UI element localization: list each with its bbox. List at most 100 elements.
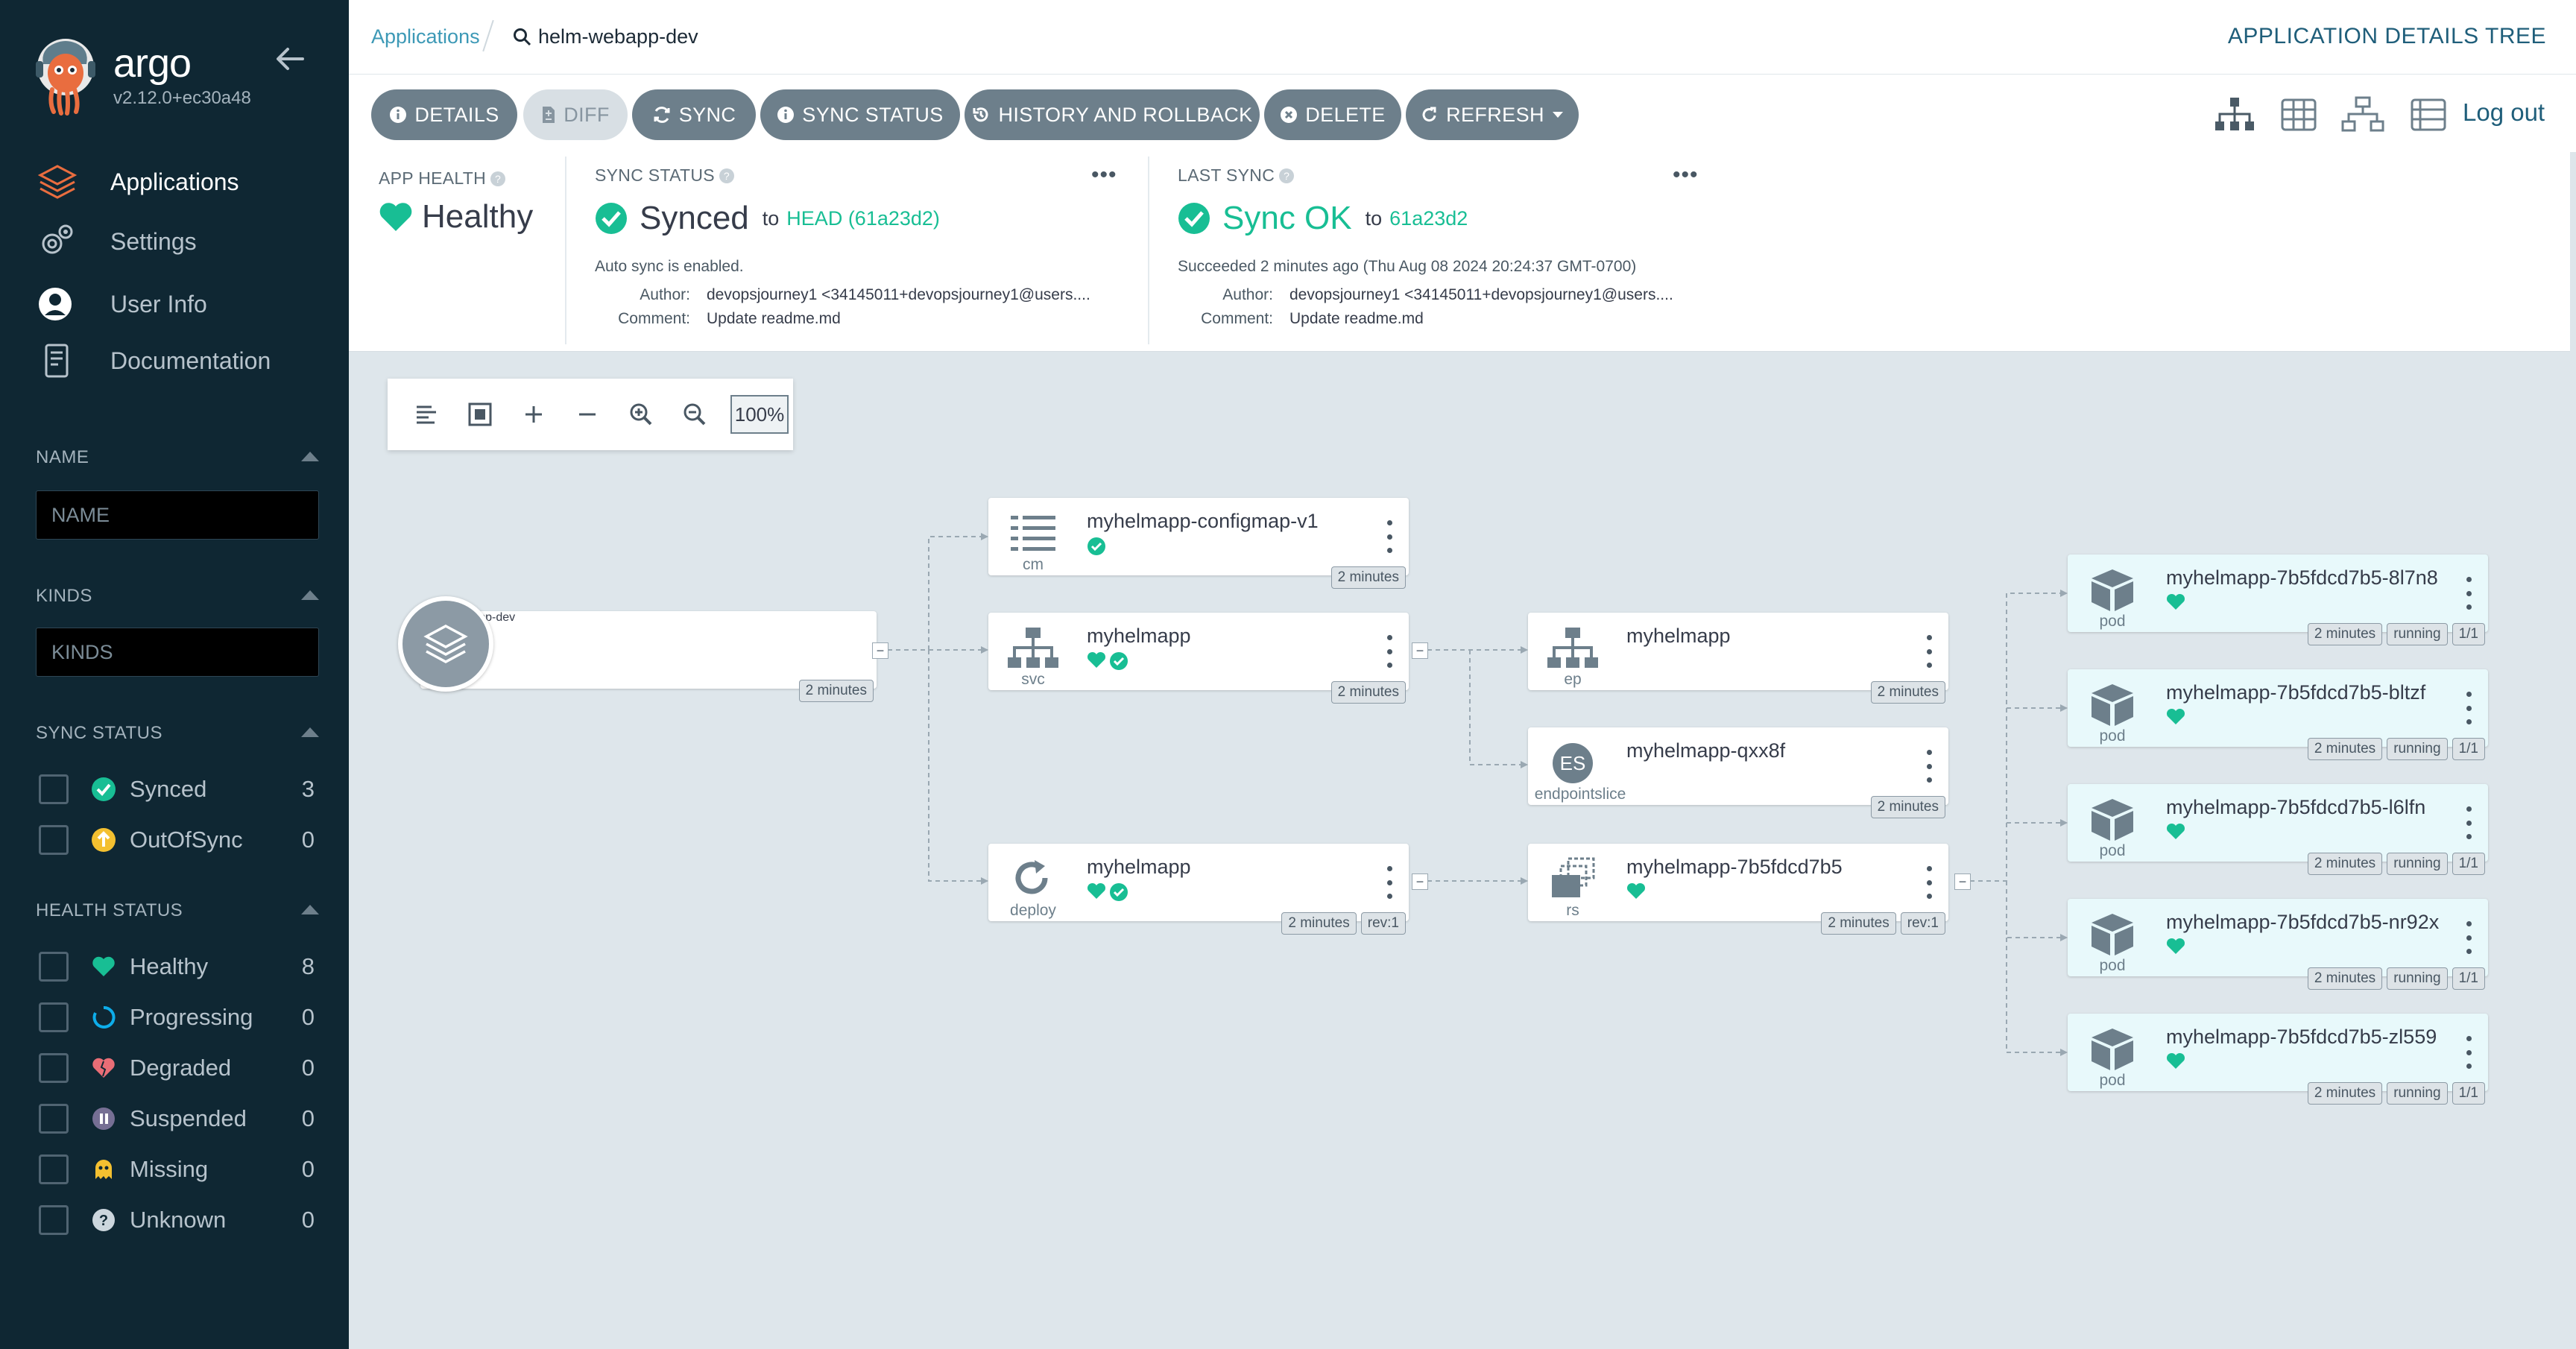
sync-status-more-icon[interactable]: ••• — [1091, 162, 1117, 188]
filter-degraded[interactable]: Degraded 0 — [39, 1049, 315, 1087]
node-menu-icon[interactable] — [1922, 750, 1936, 783]
node-menu-icon[interactable] — [1382, 520, 1397, 553]
node-service[interactable]: svc myhelmapp 2 minutes — [988, 613, 1409, 704]
breadcrumb-applications-link[interactable]: Applications — [371, 25, 480, 48]
filter-outofsync[interactable]: OutOfSync 0 — [39, 821, 315, 859]
to-text: to — [762, 206, 780, 230]
node-pod[interactable]: pod myhelmapp-7b5fdcd7b5-bltzf 2 minutes… — [2068, 669, 2488, 760]
nav-documentation[interactable]: Documentation — [37, 338, 271, 383]
button-label: SYNC — [678, 103, 736, 126]
node-kind: ep — [1564, 671, 1582, 688]
collapse-toggle[interactable]: − — [1412, 873, 1428, 890]
node-menu-icon[interactable] — [1382, 635, 1397, 668]
argo-logo[interactable] — [33, 34, 107, 116]
filter-unknown[interactable]: ? Unknown 0 — [39, 1201, 315, 1239]
checkbox[interactable] — [39, 952, 69, 982]
age-tag: 2 minutes — [1870, 796, 1945, 818]
collapse-caret-icon[interactable] — [301, 905, 319, 914]
filter-label: Suspended — [130, 1105, 247, 1131]
last-sync-more-icon[interactable]: ••• — [1673, 162, 1699, 188]
collapse-toggle[interactable]: − — [1954, 873, 1971, 890]
network-view-icon[interactable] — [2340, 92, 2385, 137]
filter-missing[interactable]: Missing 0 — [39, 1151, 315, 1188]
sync-ok-text: Sync OK — [1222, 200, 1352, 236]
check-circle-icon — [1178, 203, 1210, 234]
checkbox[interactable] — [39, 1053, 69, 1083]
nav-user-info[interactable]: User Info — [37, 282, 207, 326]
node-replicaset[interactable]: rs myhelmapp-7b5fdcd7b5 2 minutes rev:1 — [1528, 844, 1948, 935]
node-kind: endpointslice — [1534, 786, 1626, 803]
node-menu-icon[interactable] — [2461, 806, 2476, 839]
checkbox[interactable] — [39, 774, 69, 804]
checkbox[interactable] — [39, 1154, 69, 1184]
sync-button[interactable]: SYNC — [632, 89, 756, 140]
node-status — [1087, 537, 1106, 556]
filter-synced[interactable]: Synced 3 — [39, 771, 315, 808]
revision-link[interactable]: 61a23d2 — [1389, 207, 1468, 230]
node-tags: 2 minutes — [1870, 796, 1945, 818]
pods-grid-view-icon[interactable] — [2276, 92, 2321, 137]
heading-text: LAST SYNC — [1178, 165, 1275, 185]
service-sitemap-icon — [1005, 626, 1061, 671]
kv-value: Update readme.md — [707, 310, 841, 327]
breadcrumb-current[interactable]: helm-webapp-dev — [513, 25, 698, 48]
details-button[interactable]: DETAILS — [371, 89, 517, 140]
kv-value: devopsjourney1 <34145011+devopsjourney1@… — [707, 286, 1090, 303]
checkbox[interactable] — [39, 1205, 69, 1235]
node-menu-icon[interactable] — [2461, 577, 2476, 610]
resource-tree-canvas[interactable]: 100% helm-webapp-dev — [349, 352, 2570, 1343]
app-root-node[interactable]: helm-webapp-dev 2 minutes — [398, 596, 877, 702]
checkbox[interactable] — [39, 1002, 69, 1032]
nav-settings[interactable]: Settings — [37, 219, 197, 264]
node-status — [2166, 1052, 2185, 1070]
logout-link[interactable]: Log out — [2463, 98, 2545, 127]
node-menu-icon[interactable] — [1922, 635, 1936, 668]
collapse-sidebar-arrow-icon[interactable] — [273, 42, 307, 76]
refresh-button[interactable]: REFRESH — [1406, 89, 1579, 140]
filter-progressing[interactable]: Progressing 0 — [39, 999, 315, 1036]
checkbox[interactable] — [39, 1104, 69, 1134]
revision-link[interactable]: HEAD (61a23d2) — [786, 207, 940, 230]
diff-button[interactable]: DIFF — [523, 89, 628, 140]
node-menu-icon[interactable] — [1382, 866, 1397, 899]
node-menu-icon[interactable] — [2461, 921, 2476, 954]
age-tag: 2 minutes — [2307, 738, 2383, 760]
kinds-filter-input[interactable] — [36, 628, 319, 677]
collapse-toggle[interactable]: − — [1412, 642, 1428, 659]
node-endpoints[interactable]: ep myhelmapp 2 minutes — [1528, 613, 1948, 704]
nav-applications[interactable]: Applications — [37, 159, 239, 204]
help-icon[interactable]: ? — [719, 168, 734, 183]
help-icon[interactable]: ? — [1279, 168, 1295, 183]
name-filter-input[interactable] — [36, 490, 319, 540]
sync-status-filter-heading: SYNC STATUS — [36, 723, 319, 744]
node-pod[interactable]: pod myhelmapp-7b5fdcd7b5-zl559 2 minutes… — [2068, 1014, 2488, 1105]
node-menu-icon[interactable] — [2461, 1036, 2476, 1069]
history-rollback-button[interactable]: HISTORY AND ROLLBACK — [965, 89, 1260, 140]
node-menu-icon[interactable] — [2461, 692, 2476, 724]
tree-view-icon[interactable] — [2212, 92, 2257, 137]
collapse-caret-icon[interactable] — [301, 727, 319, 737]
divider — [1148, 157, 1149, 344]
filter-count: 0 — [301, 1105, 315, 1131]
node-menu-icon[interactable] — [1922, 866, 1936, 899]
sync-status-button[interactable]: SYNC STATUS — [760, 89, 960, 140]
node-kind: svc — [1021, 671, 1045, 688]
delete-button[interactable]: DELETE — [1264, 89, 1401, 140]
node-pod[interactable]: pod myhelmapp-7b5fdcd7b5-l6lfn 2 minutes… — [2068, 784, 2488, 875]
filter-suspended[interactable]: Suspended 0 — [39, 1100, 315, 1137]
filter-label: Unknown — [130, 1207, 227, 1233]
health-text: Healthy — [422, 198, 534, 235]
filter-count: 0 — [301, 1207, 315, 1233]
node-deployment[interactable]: deploy myhelmapp 2 minutes rev:1 — [988, 844, 1409, 935]
node-endpointslice[interactable]: ES endpointslice myhelmapp-qxx8f 2 minut… — [1528, 727, 1948, 818]
filter-healthy[interactable]: Healthy 8 — [39, 948, 315, 985]
collapse-caret-icon[interactable] — [301, 590, 319, 600]
list-view-icon[interactable] — [2406, 92, 2451, 137]
collapse-caret-icon[interactable] — [301, 452, 319, 461]
node-pod[interactable]: pod myhelmapp-7b5fdcd7b5-nr92x 2 minutes… — [2068, 899, 2488, 990]
help-icon[interactable]: ? — [490, 171, 506, 186]
collapse-toggle[interactable]: − — [872, 642, 888, 659]
checkbox[interactable] — [39, 825, 69, 855]
node-configmap[interactable]: cm myhelmapp-configmap-v1 2 minutes — [988, 498, 1409, 589]
node-pod[interactable]: pod myhelmapp-7b5fdcd7b5-8l7n8 2 minutes… — [2068, 555, 2488, 645]
